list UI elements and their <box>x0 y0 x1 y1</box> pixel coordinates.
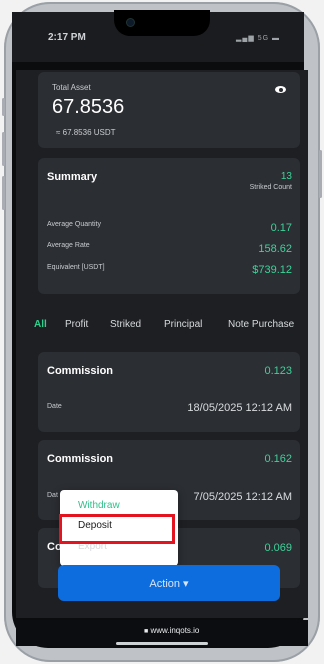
tab-principal[interactable]: Principal <box>164 319 202 330</box>
mute-switch <box>2 98 5 116</box>
url-text[interactable]: ■ www.inqots.io <box>144 626 199 635</box>
selection-highlight <box>59 514 175 544</box>
record-title: Commission <box>47 365 114 377</box>
record-title: Commission <box>47 453 114 465</box>
menu-item-withdraw[interactable]: Withdraw <box>78 500 120 511</box>
lock-icon: ■ <box>144 628 149 635</box>
camera-icon <box>126 18 135 27</box>
volume-up-button <box>2 132 5 166</box>
tab-note-purchase[interactable]: Note Purchase <box>228 319 294 330</box>
summary-title: Summary <box>47 171 98 183</box>
record-date-label: Date <box>47 403 62 410</box>
tab-all[interactable]: All <box>34 319 47 330</box>
tab-striked[interactable]: Striked <box>110 319 141 330</box>
summary-row-label: Equivalent [USDT] <box>47 264 105 271</box>
tab-profit[interactable]: Profit <box>65 319 88 330</box>
summary-row-value: 158.62 <box>258 243 292 255</box>
record-date: 18/05/2025 12:12 AM <box>187 402 292 414</box>
status-time: 2:17 PM <box>48 32 86 43</box>
summary-row-label: Average Rate <box>47 242 90 249</box>
total-asset-value: 67.8536 <box>52 96 125 118</box>
record-amount: 0.069 <box>264 542 292 554</box>
record-amount: 0.162 <box>264 453 292 465</box>
total-asset-label: Total Asset <box>52 83 91 92</box>
total-asset-card: Total Asset 67.8536 ≈ 67.8536 USDT <box>38 72 300 148</box>
striked-count-value: 13 <box>280 171 292 182</box>
summary-row-label: Average Quantity <box>47 221 101 228</box>
summary-card: Summary 13 Striked Count Average Quantit… <box>38 158 300 294</box>
power-button <box>319 150 322 198</box>
record-date-label: Dat <box>47 492 58 499</box>
action-button[interactable]: Action ▾ <box>58 565 280 601</box>
signal-icon: ▂▄▆ 5G ▬ <box>236 35 280 42</box>
network-label: 5G <box>257 35 270 42</box>
record-date: 7/05/2025 12:12 AM <box>193 491 292 503</box>
home-indicator[interactable] <box>116 642 208 645</box>
summary-row-value: 0.17 <box>270 222 292 234</box>
url-label: www.inqots.io <box>150 626 200 635</box>
record-amount: 0.123 <box>264 365 292 377</box>
volume-down-button <box>2 176 5 210</box>
summary-row-value: $739.12 <box>252 264 292 276</box>
total-asset-equivalent: ≈ 67.8536 USDT <box>56 128 116 137</box>
eye-icon[interactable] <box>275 86 286 93</box>
striked-count-label: Striked Count <box>249 184 292 191</box>
record-card[interactable]: Commission 0.123 Date 18/05/2025 12:12 A… <box>38 352 300 432</box>
battery-icon: ▬ <box>272 35 280 42</box>
